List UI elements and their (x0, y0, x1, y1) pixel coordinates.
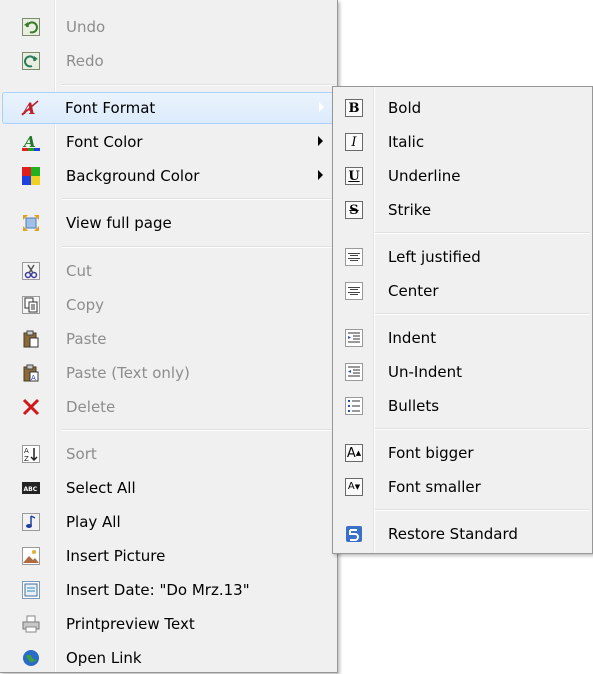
menu-item-sort[interactable]: AZ Sort (2, 438, 335, 470)
menu-item-printpreview-text[interactable]: Printpreview Text (2, 608, 335, 640)
submenu-item-restore-standard[interactable]: Restore Standard (335, 518, 590, 550)
sort-icon: AZ (22, 445, 40, 463)
scissors-icon (22, 262, 40, 280)
insert-picture-icon (22, 547, 40, 565)
font-format-icon: A (21, 99, 39, 117)
font-format-submenu: B Bold I Italic U Underline S Strike Lef… (332, 86, 593, 554)
align-center-icon (345, 282, 363, 300)
strike-icon: S (345, 201, 363, 219)
select-all-icon: ABC (22, 479, 40, 497)
print-preview-icon (22, 615, 40, 633)
menu-separator (375, 313, 590, 315)
svg-text:Z: Z (24, 455, 29, 463)
menu-item-copy[interactable]: Copy (2, 289, 335, 321)
submenu-item-italic[interactable]: I Italic (335, 126, 590, 158)
font-smaller-icon: A ▼ (345, 478, 363, 496)
submenu-item-underline[interactable]: U Underline (335, 160, 590, 192)
bullets-icon (345, 397, 363, 415)
menu-item-background-color[interactable]: Background Color (2, 160, 335, 192)
globe-icon (22, 649, 40, 667)
font-bigger-icon: A ▲ (345, 444, 363, 462)
bold-icon: B (345, 99, 363, 117)
menu-item-font-format[interactable]: A Font Format (2, 92, 335, 124)
submenu-item-font-bigger[interactable]: A ▲ Font bigger (335, 437, 590, 469)
menu-separator (62, 429, 335, 431)
menu-separator (62, 84, 335, 86)
submenu-item-left-justified[interactable]: Left justified (335, 241, 590, 273)
svg-text:A: A (31, 374, 36, 382)
menu-item-undo[interactable]: Undo (2, 11, 335, 43)
menu-separator (375, 232, 590, 234)
italic-icon: I (345, 133, 363, 151)
redo-icon (22, 52, 40, 70)
menu-item-cut[interactable]: Cut (2, 255, 335, 287)
svg-text:A: A (24, 447, 29, 455)
play-all-icon (22, 513, 40, 531)
menu-item-redo[interactable]: Redo (2, 45, 335, 77)
submenu-arrow-icon (318, 170, 323, 180)
submenu-arrow-icon (318, 136, 323, 146)
menu-item-insert-picture[interactable]: Insert Picture (2, 540, 335, 572)
menu-separator (62, 246, 335, 248)
submenu-arrow-icon (319, 102, 324, 112)
paste-icon (22, 330, 40, 348)
submenu-item-un-indent[interactable]: Un-Indent (335, 356, 590, 388)
menu-item-paste[interactable]: Paste (2, 323, 335, 355)
submenu-item-bullets[interactable]: Bullets (335, 390, 590, 422)
menu-separator (62, 198, 335, 200)
submenu-item-strike[interactable]: S Strike (335, 194, 590, 226)
submenu-item-center[interactable]: Center (335, 275, 590, 307)
view-full-page-icon (22, 214, 40, 232)
menu-item-select-all[interactable]: ABC Select All (2, 472, 335, 504)
context-menu: Undo Redo A Font Format A Font Color Bac… (0, 0, 338, 673)
delete-icon (22, 398, 40, 416)
font-color-icon: A (22, 133, 40, 151)
indent-icon (345, 329, 363, 347)
svg-text:ABC: ABC (24, 486, 38, 493)
menu-item-open-link[interactable]: Open Link (2, 642, 335, 674)
restore-standard-icon (345, 525, 363, 543)
menu-separator (375, 428, 590, 430)
submenu-item-indent[interactable]: Indent (335, 322, 590, 354)
insert-date-icon (22, 581, 40, 599)
submenu-item-bold[interactable]: B Bold (335, 92, 590, 124)
menu-item-font-color[interactable]: A Font Color (2, 126, 335, 158)
copy-icon (22, 296, 40, 314)
align-left-icon (345, 248, 363, 266)
menu-item-play-all[interactable]: Play All (2, 506, 335, 538)
unindent-icon (345, 363, 363, 381)
menu-item-delete[interactable]: Delete (2, 391, 335, 423)
paste-text-icon: A (22, 364, 40, 382)
menu-item-view-full-page[interactable]: View full page (2, 207, 335, 239)
underline-icon: U (345, 167, 363, 185)
menu-item-paste-text-only[interactable]: A Paste (Text only) (2, 357, 335, 389)
background-color-icon (22, 167, 40, 185)
submenu-item-font-smaller[interactable]: A ▼ Font smaller (335, 471, 590, 503)
menu-item-insert-date[interactable]: Insert Date: "Do Mrz.13" (2, 574, 335, 606)
undo-icon (22, 18, 40, 36)
menu-separator (375, 509, 590, 511)
